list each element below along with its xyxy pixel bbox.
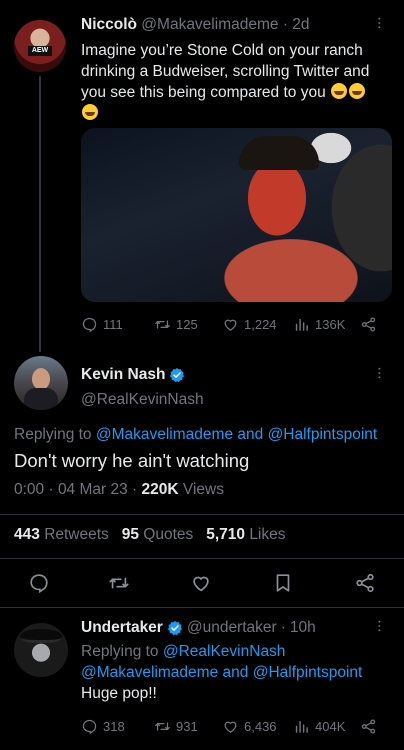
- image-subject: [239, 136, 319, 170]
- views-button[interactable]: 404K: [293, 718, 345, 735]
- share-button[interactable]: [360, 718, 377, 735]
- retweet-count: 125: [176, 316, 198, 332]
- tweet-text: Don't worry he ain't watching: [14, 450, 250, 471]
- reply-count: 318: [103, 718, 125, 734]
- reply-mention-link[interactable]: @Halfpintspoint: [268, 426, 378, 443]
- tweet-timestamp[interactable]: 0:00 · 04 Mar 23 ·: [14, 481, 137, 498]
- avatar-body: [24, 388, 58, 410]
- like-button[interactable]: 6,436: [222, 718, 277, 735]
- tweet-image[interactable]: [81, 128, 392, 302]
- reply-icon[interactable]: [28, 572, 50, 594]
- avatar-kevin-nash[interactable]: [14, 356, 68, 410]
- laughing-emoji-icon: [349, 83, 366, 99]
- reply-icon: [81, 718, 98, 735]
- quotes-label: Quotes: [143, 526, 194, 543]
- verified-icon[interactable]: [167, 620, 183, 636]
- retweet-count: 931: [176, 718, 198, 734]
- tweet-text-body: Imagine you’re Stone Cold on your ranch …: [81, 42, 370, 101]
- reply-and-text: and: [237, 426, 264, 443]
- author-handle[interactable]: @Makavelimademe: [141, 16, 278, 33]
- tweet-header: Undertaker @undertaker · 10h: [81, 619, 316, 637]
- share-icon: [360, 316, 377, 333]
- tweet-actions: 111 125 1,224 136K: [0, 314, 404, 334]
- share-button[interactable]: [360, 316, 377, 333]
- views-count: 404K: [315, 718, 346, 734]
- likes-stat[interactable]: 5,710 Likes: [206, 526, 285, 543]
- replying-to: Replying to @Makavelimademe and @Halfpin…: [14, 426, 377, 444]
- views-count: 136K: [315, 316, 346, 332]
- reply-icon: [81, 316, 98, 333]
- retweet-button[interactable]: 931: [154, 718, 198, 735]
- tweet-action-bar: [0, 572, 404, 596]
- divider: [0, 558, 404, 559]
- engagement-stats: 443 Retweets 95 Quotes 5,710 Likes: [14, 526, 286, 544]
- retweet-icon: [154, 718, 171, 735]
- avatar-niccolo[interactable]: AEW: [14, 20, 66, 72]
- like-icon: [222, 718, 239, 735]
- verified-icon[interactable]: [169, 367, 185, 383]
- author-name[interactable]: Niccolò: [81, 16, 137, 33]
- share-icon[interactable]: [354, 572, 376, 594]
- retweets-label: Retweets: [44, 526, 109, 543]
- laughing-emoji-icon: [331, 83, 348, 99]
- author-handle[interactable]: @undertaker: [187, 619, 277, 637]
- quotes-count: 95: [121, 526, 139, 543]
- reply-mention-link[interactable]: @Halfpintspoint: [253, 664, 363, 681]
- views-label: Views: [182, 481, 224, 498]
- thread-line: [39, 76, 41, 352]
- more-icon[interactable]: ···: [370, 366, 388, 379]
- avatar-undertaker[interactable]: [14, 623, 68, 677]
- author-name[interactable]: Kevin Nash: [81, 366, 165, 384]
- bookmark-icon[interactable]: [272, 572, 294, 594]
- views-icon: [293, 316, 310, 333]
- like-count: 6,436: [244, 718, 277, 734]
- reply-mention-link[interactable]: @RealKevinNash: [163, 643, 286, 660]
- author-name-row: Kevin Nash: [81, 366, 185, 384]
- tweet-meta: 0:00 · 04 Mar 23 · 220K Views: [14, 481, 224, 499]
- like-icon: [222, 316, 239, 333]
- more-icon[interactable]: ···: [370, 619, 388, 632]
- avatar-badge: AEW: [28, 46, 52, 56]
- reply-button[interactable]: 111: [81, 316, 123, 333]
- like-icon[interactable]: [190, 572, 212, 594]
- retweet-button[interactable]: 125: [154, 316, 198, 333]
- more-icon[interactable]: ···: [370, 16, 388, 29]
- views-count: 220K: [141, 481, 179, 498]
- retweets-count: 443: [14, 526, 40, 543]
- author-handle[interactable]: @RealKevinNash: [81, 391, 204, 409]
- reply-count: 111: [103, 316, 123, 332]
- tweet-parent[interactable]: AEW Niccolò @Makavelimademe · 2d ··· Ima…: [0, 0, 404, 352]
- tweet-time[interactable]: 2d: [292, 16, 309, 33]
- replying-prefix: Replying to: [14, 426, 92, 443]
- likes-count: 5,710: [206, 526, 245, 543]
- tweet-actions: 318 931 6,436 404K: [0, 716, 404, 736]
- divider: [0, 514, 404, 515]
- tweet-header: Niccolò @Makavelimademe · 2d: [81, 16, 310, 33]
- like-count: 1,224: [244, 316, 277, 332]
- retweet-icon[interactable]: [108, 572, 130, 594]
- author-name[interactable]: Undertaker: [81, 619, 163, 637]
- quotes-stat[interactable]: 95 Quotes: [122, 526, 194, 543]
- avatar-hat: [20, 629, 62, 643]
- reply-mention-link[interactable]: @Makavelimademe: [96, 426, 233, 443]
- views-icon: [293, 718, 310, 735]
- divider: [0, 607, 404, 608]
- like-button[interactable]: 1,224: [222, 316, 277, 333]
- tweet-text: Huge pop!!: [81, 685, 157, 702]
- laughing-emoji-icon: [82, 104, 98, 120]
- reply-mention-link[interactable]: @Makavelimademe: [81, 664, 218, 681]
- retweet-icon: [154, 316, 171, 333]
- avatar-face: [32, 368, 50, 390]
- likes-label: Likes: [249, 526, 286, 543]
- share-icon: [360, 718, 377, 735]
- tweet-time[interactable]: 10h: [290, 619, 316, 637]
- reply-and-text: and: [222, 664, 249, 681]
- views-button[interactable]: 136K: [293, 316, 345, 333]
- reply-button[interactable]: 318: [81, 718, 125, 735]
- tweet-text: Imagine you’re Stone Cold on your ranch …: [81, 40, 386, 124]
- replying-to: Replying to @RealKevinNash @Makavelimade…: [81, 641, 396, 683]
- replying-prefix: Replying to: [81, 643, 159, 660]
- retweets-stat[interactable]: 443 Retweets: [14, 526, 109, 543]
